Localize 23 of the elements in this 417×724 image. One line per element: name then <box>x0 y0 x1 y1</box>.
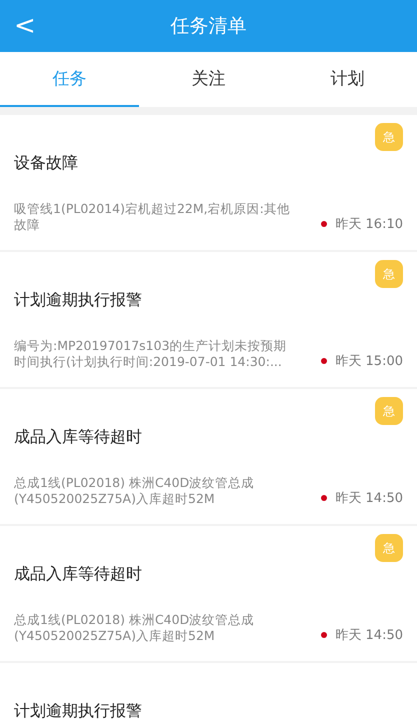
task-card[interactable]: 急 设备故障 吸管线1(PL02014)宕机超过22M,宕机原因:其他故障 昨天 16:10 <box>0 115 417 250</box>
urgent-badge: 急 <box>375 260 403 288</box>
urgent-badge: 急 <box>375 397 403 425</box>
task-time: 昨天 16:10 <box>335 216 403 233</box>
task-title: 计划逾期执行报警 <box>14 701 143 721</box>
task-title: 设备故障 <box>14 153 79 173</box>
task-description: 总成1线(PL02018) 株洲C40D波纹管总成(Y450520025Z75A)入库超时52M <box>14 475 256 507</box>
task-title: 计划逾期执行报警 <box>14 290 143 310</box>
task-card[interactable]: 急 成品入库等待超时 总成1线(PL02018) 株洲C40D波纹管总成(Y450520025Z75A)入库超时52M 昨天 14:50 <box>0 526 417 661</box>
task-card[interactable]: 急 计划逾期执行报警 编号为:MP20197017s103的生产计划未按预期时间执行(计划执行时间:2019-07-01 14:30:... 昨天 15:00 <box>0 252 417 387</box>
task-description: 吸管线1(PL02014)宕机超过22M,宕机原因:其他故障 <box>14 201 291 233</box>
task-description: 编号为:MP20197017s103的生产计划未按预期时间执行(计划执行时间:2019-07-01 14:30:... <box>14 338 288 370</box>
task-title: 成品入库等待超时 <box>14 564 143 584</box>
task-time: 昨天 15:00 <box>335 353 403 370</box>
task-description: 总成1线(PL02018) 株洲C40D波纹管总成(Y450520025Z75A)入库超时52M <box>14 612 256 644</box>
page-title: 任务清单 <box>170 14 246 39</box>
task-card[interactable]: 计划逾期执行报警 <box>0 663 417 724</box>
task-time: 昨天 14:50 <box>335 490 403 507</box>
task-time: 昨天 14:50 <box>335 627 403 644</box>
urgent-badge: 急 <box>375 123 403 151</box>
task-card[interactable]: 急 成品入库等待超时 总成1线(PL02018) 株洲C40D波纹管总成(Y450520025Z75A)入库超时52M 昨天 14:50 <box>0 389 417 524</box>
urgent-badge: 急 <box>375 534 403 562</box>
task-title: 成品入库等待超时 <box>14 427 143 447</box>
